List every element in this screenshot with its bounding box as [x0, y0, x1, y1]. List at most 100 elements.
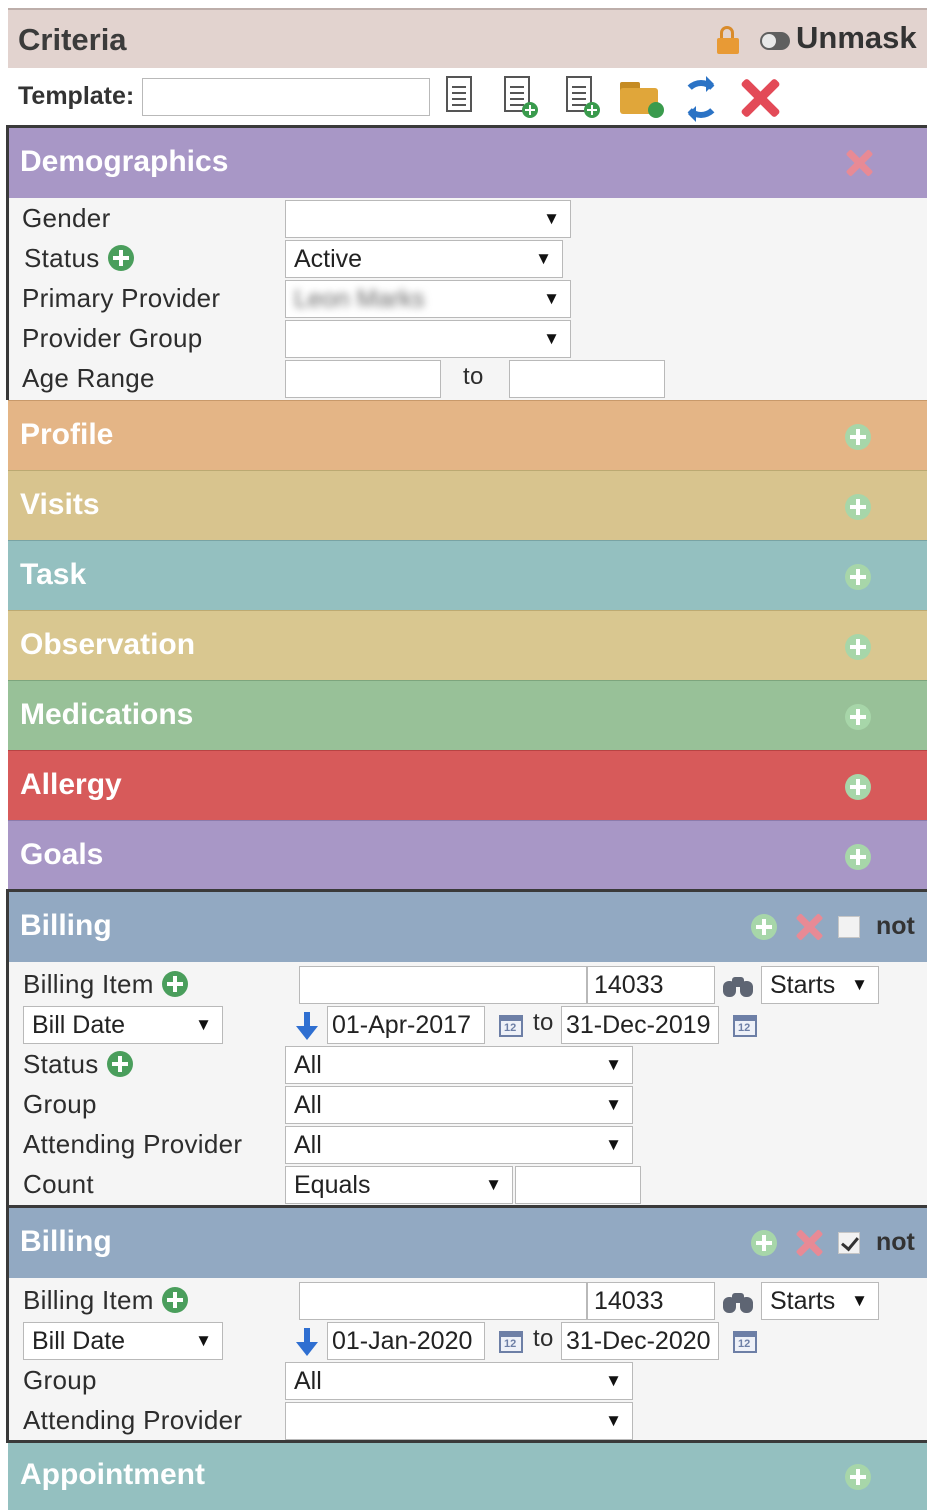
add-appointment-icon[interactable]: [845, 1464, 871, 1490]
date-to-input-2[interactable]: 31-Dec-2020: [561, 1322, 719, 1360]
match-value: Starts: [770, 1287, 836, 1315]
goals-section[interactable]: Goals: [8, 820, 927, 890]
not-checkbox-1[interactable]: [838, 916, 860, 938]
goals-title: Goals: [20, 838, 104, 871]
edit-template-icon[interactable]: [444, 76, 478, 116]
chevron-down-icon: ▼: [605, 1411, 622, 1430]
chevron-down-icon: ▼: [851, 1291, 868, 1310]
toggle-icon[interactable]: [760, 32, 790, 50]
search-icon[interactable]: [723, 1291, 753, 1315]
calendar-icon[interactable]: 12: [499, 1331, 523, 1353]
provider-group-label: Provider Group: [22, 323, 203, 353]
open-template-icon[interactable]: [620, 80, 664, 118]
add-visits-icon[interactable]: [845, 494, 871, 520]
billing-title-2: Billing: [20, 1225, 112, 1258]
gender-select[interactable]: ▼: [285, 200, 571, 238]
provider-group-select[interactable]: ▼: [285, 320, 571, 358]
billing-group-select[interactable]: All ▼: [285, 1362, 633, 1400]
match-select-2[interactable]: Starts ▼: [761, 1282, 879, 1320]
new-template-icon[interactable]: [564, 76, 600, 118]
chevron-down-icon: ▼: [605, 1095, 622, 1114]
date-to-label: to: [533, 1325, 554, 1352]
sort-down-icon[interactable]: [295, 1012, 319, 1042]
refresh-icon[interactable]: [682, 76, 720, 122]
billing-group-select[interactable]: All ▼: [285, 1086, 633, 1124]
remove-demographics-icon[interactable]: [845, 149, 873, 177]
attending-provider-value: All: [294, 1131, 322, 1159]
add-observation-icon[interactable]: [845, 634, 871, 660]
remove-billing-icon[interactable]: [795, 913, 823, 941]
billing-status-select[interactable]: All ▼: [285, 1046, 633, 1084]
billing-item-input[interactable]: [299, 966, 587, 1004]
appointment-section[interactable]: Appointment: [8, 1443, 927, 1510]
count-operator-select[interactable]: Equals ▼: [285, 1166, 513, 1204]
attending-provider-select[interactable]: All ▼: [285, 1126, 633, 1164]
add-allergy-icon[interactable]: [845, 774, 871, 800]
add-task-icon[interactable]: [845, 564, 871, 590]
visits-section[interactable]: Visits: [8, 470, 927, 540]
primary-provider-select[interactable]: Leon Marks ▼: [285, 280, 571, 318]
calendar-icon[interactable]: 12: [733, 1331, 757, 1353]
date-to-input-1[interactable]: 31-Dec-2019: [561, 1006, 719, 1044]
billing-code-input[interactable]: 14033: [587, 1282, 715, 1320]
observation-title: Observation: [20, 628, 196, 661]
allergy-title: Allergy: [20, 768, 122, 801]
lock-icon[interactable]: [717, 26, 739, 54]
primary-provider-value: Leon Marks: [294, 285, 425, 313]
attending-provider-label: Attending Provider: [23, 1405, 243, 1435]
template-input[interactable]: [142, 78, 430, 116]
billing-header-1[interactable]: Billing not: [9, 892, 927, 962]
add-goals-icon[interactable]: [845, 844, 871, 870]
add-medications-icon[interactable]: [845, 704, 871, 730]
calendar-icon[interactable]: 12: [733, 1015, 757, 1037]
add-billing-item-icon[interactable]: [161, 1287, 188, 1313]
calendar-icon[interactable]: 12: [499, 1015, 523, 1037]
appointment-title: Appointment: [20, 1458, 205, 1491]
demographics-header[interactable]: Demographics: [9, 128, 927, 198]
billing-group-value: All: [294, 1367, 322, 1395]
date-from-input-1[interactable]: 01-Apr-2017: [327, 1006, 485, 1044]
attending-provider-select[interactable]: ▼: [285, 1402, 633, 1440]
age-range-label: Age Range: [22, 363, 155, 393]
not-checkbox-2[interactable]: [838, 1232, 860, 1254]
clear-template-icon[interactable]: [740, 78, 780, 118]
not-label-1: not: [876, 912, 915, 940]
match-select-1[interactable]: Starts ▼: [761, 966, 879, 1004]
page-title: Criteria: [18, 22, 127, 57]
remove-billing-icon[interactable]: [795, 1229, 823, 1257]
search-icon[interactable]: [723, 975, 753, 999]
status-select[interactable]: Active ▼: [285, 240, 563, 278]
billing-code-input[interactable]: 14033: [587, 966, 715, 1004]
add-status-icon[interactable]: [107, 245, 134, 271]
criteria-header: Criteria Unmask: [8, 8, 927, 68]
save-template-icon[interactable]: [502, 76, 538, 118]
billing-status-label: Status: [23, 1049, 133, 1080]
gender-label: Gender: [22, 203, 111, 233]
date-type-select-1[interactable]: Bill Date ▼: [23, 1006, 223, 1044]
count-input[interactable]: [515, 1166, 641, 1204]
sort-down-icon[interactable]: [295, 1328, 319, 1358]
age-to-input[interactable]: [509, 360, 665, 398]
chevron-down-icon: ▼: [195, 1015, 212, 1034]
billing-item-label: Billing Item: [23, 969, 188, 1000]
task-section[interactable]: Task: [8, 540, 927, 610]
unmask-button[interactable]: Unmask: [796, 20, 917, 56]
medications-section[interactable]: Medications: [8, 680, 927, 750]
chevron-down-icon: ▼: [851, 975, 868, 994]
observation-section[interactable]: Observation: [8, 610, 927, 680]
allergy-section[interactable]: Allergy: [8, 750, 927, 820]
billing-item-input[interactable]: [299, 1282, 587, 1320]
add-billing-icon[interactable]: [751, 914, 777, 940]
add-profile-icon[interactable]: [845, 424, 871, 450]
billing-group-label: Group: [23, 1365, 97, 1395]
add-billing-status-icon[interactable]: [106, 1051, 133, 1077]
date-type-value: Bill Date: [32, 1327, 126, 1355]
profile-section[interactable]: Profile: [8, 400, 927, 470]
date-to-label: to: [533, 1009, 554, 1036]
age-from-input[interactable]: [285, 360, 441, 398]
date-from-input-2[interactable]: 01-Jan-2020: [327, 1322, 485, 1360]
add-billing-item-icon[interactable]: [161, 971, 188, 997]
add-billing-icon[interactable]: [751, 1230, 777, 1256]
billing-header-2[interactable]: Billing not: [9, 1208, 927, 1278]
date-type-select-2[interactable]: Bill Date ▼: [23, 1322, 223, 1360]
